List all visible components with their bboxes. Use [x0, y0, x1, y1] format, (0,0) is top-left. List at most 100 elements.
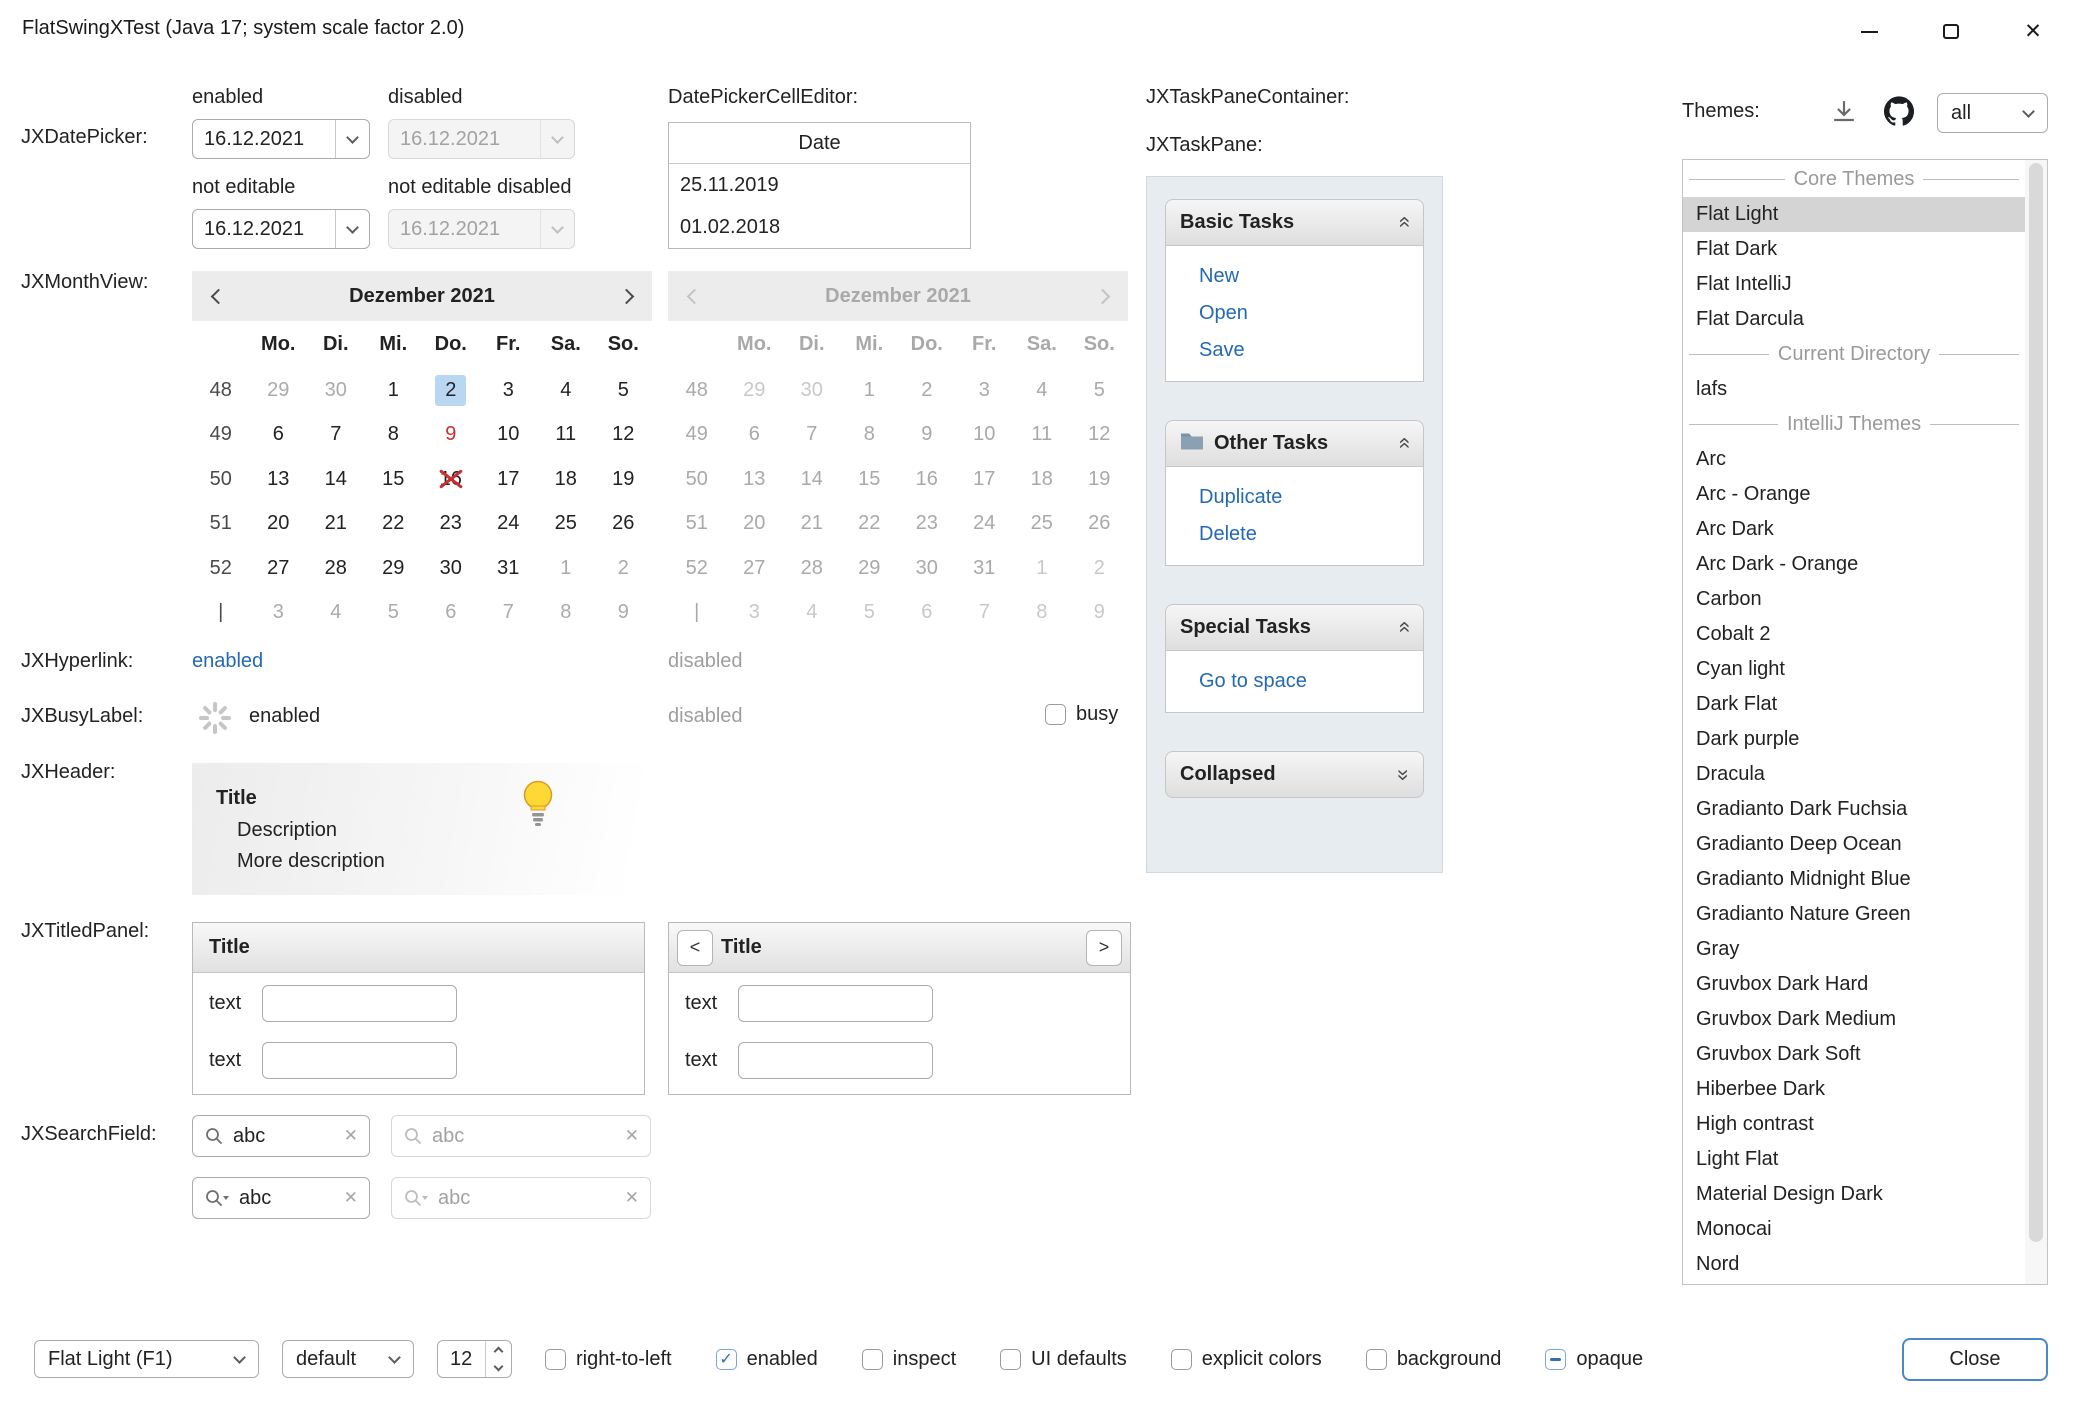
collapse-icon[interactable]: »	[1393, 622, 1414, 633]
theme-list-item[interactable]: Dark purple	[1683, 722, 2025, 757]
calendar-day-cell[interactable]: 27	[250, 553, 308, 584]
themes-list[interactable]: Core ThemesFlat LightFlat DarkFlat Intel…	[1682, 159, 2048, 1285]
calendar-day-cell[interactable]: 15	[365, 464, 423, 495]
theme-list-item[interactable]: Flat Dark	[1683, 232, 2025, 267]
collapse-icon[interactable]: »	[1393, 217, 1414, 228]
taskpane-action-link[interactable]: Open	[1199, 295, 1423, 332]
theme-list-item[interactable]: Nord	[1683, 1247, 2025, 1282]
close-button[interactable]: Close	[1902, 1338, 2048, 1381]
calendar-day-cell[interactable]: 16	[422, 464, 480, 495]
scrollbar-thumb[interactable]	[2029, 163, 2043, 1242]
theme-list-item[interactable]: Gruvbox Dark Medium	[1683, 1002, 2025, 1037]
datepicker-dropdown-button[interactable]	[335, 210, 369, 248]
calendar-day-cell[interactable]: 29	[365, 553, 423, 584]
theme-list-item[interactable]: Arc Dark	[1683, 512, 2025, 547]
theme-list-item[interactable]: Arc - Orange	[1683, 477, 2025, 512]
download-icon[interactable]	[1830, 98, 1858, 126]
taskpane-action-link[interactable]: New	[1199, 258, 1423, 295]
taskpane-action-link[interactable]: Go to space	[1199, 663, 1423, 700]
taskpane-header[interactable]: Special Tasks»	[1165, 604, 1424, 651]
calendar-day-cell[interactable]: 3	[480, 375, 538, 406]
calendar-day-cell[interactable]: 9	[422, 419, 480, 450]
checkbox-explicit-colors[interactable]: explicit colors	[1171, 1348, 1322, 1371]
calendar-day-cell[interactable]: 28	[307, 553, 365, 584]
calendar-day-cell[interactable]: 4	[307, 597, 365, 628]
theme-list-item[interactable]: Arc Dark - Orange	[1683, 547, 2025, 582]
calendar-day-cell[interactable]: 18	[537, 464, 595, 495]
theme-list-item[interactable]: Gradianto Dark Fuchsia	[1683, 792, 2025, 827]
prev-month-button[interactable]	[192, 291, 244, 302]
calendar-day-cell[interactable]: 17	[480, 464, 538, 495]
table-row[interactable]: 25.11.2019	[669, 164, 970, 206]
theme-list-item[interactable]: Gray	[1683, 932, 2025, 967]
taskpane-action-link[interactable]: Duplicate	[1199, 479, 1423, 516]
taskpane-header[interactable]: Collapsed»	[1165, 751, 1424, 798]
theme-list-item[interactable]: Material Design Dark	[1683, 1177, 2025, 1212]
theme-list-item[interactable]: High contrast	[1683, 1107, 2025, 1142]
theme-list-item[interactable]: Flat IntelliJ	[1683, 267, 2025, 302]
calendar-day-cell[interactable]: 3	[250, 597, 308, 628]
calendar-day-cell[interactable]: 2	[595, 553, 653, 584]
checkbox-opaque[interactable]: opaque	[1545, 1348, 1643, 1371]
theme-list-item[interactable]: Cobalt 2	[1683, 617, 2025, 652]
calendar-day-cell[interactable]: 6	[250, 419, 308, 450]
search-input-value[interactable]: abc	[239, 1187, 335, 1210]
calendar-day-cell[interactable]: 12	[595, 419, 653, 450]
theme-list-item[interactable]: Flat Darcula	[1683, 302, 2025, 337]
checkbox-inspect[interactable]: inspect	[862, 1348, 956, 1371]
calendar-day-cell[interactable]: 25	[537, 508, 595, 539]
calendar-day-cell[interactable]: 5	[595, 375, 653, 406]
taskpane-action-link[interactable]: Save	[1199, 332, 1423, 369]
theme-filter-combobox[interactable]: all	[1937, 93, 2048, 133]
calendar-day-cell[interactable]: 31	[480, 553, 538, 584]
theme-list-item[interactable]: Flat Light	[1683, 197, 2025, 232]
datepicker-enabled[interactable]: 16.12.2021	[192, 119, 370, 159]
theme-list-item[interactable]: Cyan light	[1683, 652, 2025, 687]
theme-list-item[interactable]: Gradianto Nature Green	[1683, 897, 2025, 932]
next-month-button[interactable]	[600, 291, 652, 302]
font-size-spinner[interactable]: 12	[437, 1340, 512, 1378]
maximize-button[interactable]	[1910, 0, 1992, 63]
font-combobox[interactable]: default	[282, 1340, 414, 1378]
theme-list-item[interactable]: Gradianto Deep Ocean	[1683, 827, 2025, 862]
theme-list-item[interactable]: Dark Flat	[1683, 687, 2025, 722]
text-input[interactable]	[262, 985, 457, 1022]
calendar-day-cell[interactable]: 7	[307, 419, 365, 450]
theme-list-item[interactable]: Monocai	[1683, 1212, 2025, 1247]
calendar-day-cell[interactable]: 11	[537, 419, 595, 450]
checkbox-background[interactable]: background	[1366, 1348, 1502, 1371]
theme-list-item[interactable]: Dracula	[1683, 757, 2025, 792]
theme-list-item[interactable]: Hiberbee Dark	[1683, 1072, 2025, 1107]
theme-list-item[interactable]: Gradianto Midnight Blue	[1683, 862, 2025, 897]
calendar-day-cell[interactable]: 30	[307, 375, 365, 406]
theme-list-item[interactable]: Carbon	[1683, 582, 2025, 617]
laf-combobox[interactable]: Flat Light (F1)	[34, 1340, 259, 1378]
calendar-day-cell[interactable]: 5	[365, 597, 423, 628]
calendar-day-cell[interactable]: 8	[537, 597, 595, 628]
clear-icon[interactable]: ✕	[344, 1188, 358, 1208]
searchfield-enabled[interactable]: abc ✕	[192, 1115, 370, 1157]
calendar-day-cell[interactable]: 13	[250, 464, 308, 495]
text-input[interactable]	[738, 1042, 933, 1079]
theme-list-item[interactable]: Light Flat	[1683, 1142, 2025, 1177]
searchfield-with-menu[interactable]: abc ✕	[192, 1177, 370, 1219]
calendar-day-cell[interactable]: 26	[595, 508, 653, 539]
calendar-day-cell[interactable]: 2	[422, 375, 480, 406]
calendar-day-cell[interactable]: 10	[480, 419, 538, 450]
text-input[interactable]	[262, 1042, 457, 1079]
search-input-value[interactable]: abc	[233, 1125, 335, 1148]
window-close-button[interactable]: ✕	[1992, 0, 2074, 63]
checkbox-busy[interactable]: busy	[1045, 703, 1118, 726]
datepicker-dropdown-button[interactable]	[335, 120, 369, 158]
hyperlink-enabled[interactable]: enabled	[192, 650, 263, 673]
taskpane-header[interactable]: Basic Tasks»	[1165, 199, 1424, 246]
taskpane-header[interactable]: Other Tasks»	[1165, 420, 1424, 467]
checkbox-right-to-left[interactable]: right-to-left	[545, 1348, 672, 1371]
theme-list-item[interactable]: Gruvbox Dark Hard	[1683, 967, 2025, 1002]
datepicker-not-editable[interactable]: 16.12.2021	[192, 209, 370, 249]
calendar-day-cell[interactable]: 23	[422, 508, 480, 539]
scrollbar[interactable]	[2025, 160, 2047, 1284]
panel-next-button[interactable]: >	[1086, 930, 1122, 966]
calendar-day-cell[interactable]: 1	[537, 553, 595, 584]
calendar-day-cell[interactable]: 6	[422, 597, 480, 628]
